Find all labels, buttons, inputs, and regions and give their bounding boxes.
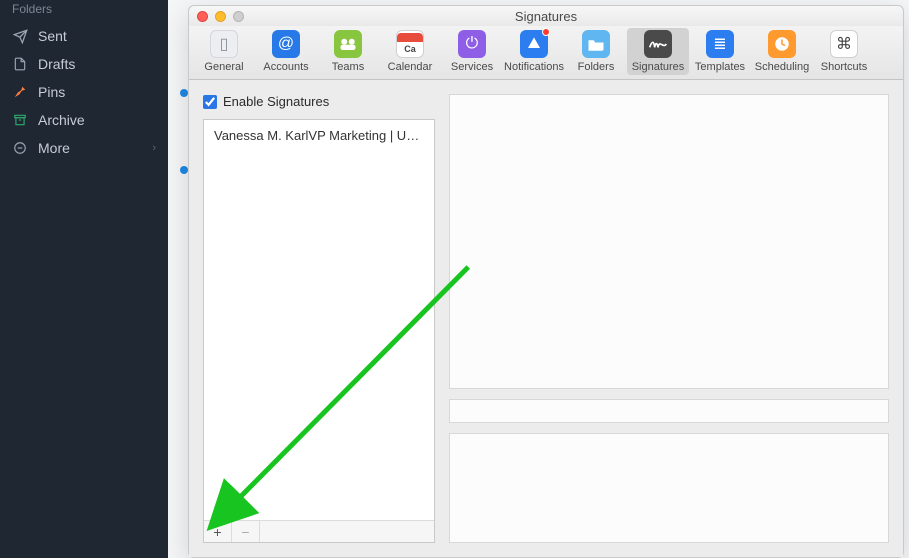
toolbar-label: Folders <box>578 61 615 73</box>
tab-services[interactable]: ⏻ Services <box>441 28 503 75</box>
toolbar-label: Templates <box>695 61 745 73</box>
templates-icon: ≣ <box>706 30 734 58</box>
unread-indicator <box>180 166 188 174</box>
minimize-window-button[interactable] <box>215 11 226 22</box>
toolbar-label: Scheduling <box>755 61 809 73</box>
tab-signatures[interactable]: Signatures <box>627 28 689 75</box>
toolbar-label: Calendar <box>388 61 433 73</box>
tab-shortcuts[interactable]: ⌘ Shortcuts <box>813 28 875 75</box>
signature-title-field[interactable] <box>449 399 889 423</box>
calendar-icon: Ca <box>396 30 424 58</box>
sidebar-item-label: More <box>38 140 70 156</box>
window-title: Signatures <box>189 9 903 24</box>
toolbar-label: Services <box>451 61 493 73</box>
toolbar-label: Shortcuts <box>821 61 867 73</box>
add-signature-button[interactable]: + <box>204 521 232 542</box>
sidebar-item-pins[interactable]: Pins <box>0 78 168 106</box>
signature-row[interactable]: Vanessa M. KarlVP Marketing | U… <box>204 120 434 151</box>
tab-teams[interactable]: Teams <box>317 28 379 75</box>
window-titlebar[interactable]: Signatures <box>189 6 903 26</box>
preferences-toolbar: ▯ General @ Accounts Teams Ca Calendar <box>189 26 903 80</box>
toolbar-label: Signatures <box>632 61 685 73</box>
main-area: Signatures ▯ General @ Accounts Teams Ca <box>168 0 909 558</box>
sidebar-item-sent[interactable]: Sent <box>0 22 168 50</box>
signature-editor[interactable] <box>449 94 889 389</box>
sidebar-item-label: Drafts <box>38 56 75 72</box>
folder-icon <box>582 30 610 58</box>
power-icon: ⏻ <box>458 30 486 58</box>
tab-accounts[interactable]: @ Accounts <box>255 28 317 75</box>
toolbar-label: Teams <box>332 61 364 73</box>
app-sidebar: Folders Sent Drafts Pins Archive More › <box>0 0 168 558</box>
chevron-right-icon: › <box>152 142 156 154</box>
tab-scheduling[interactable]: Scheduling <box>751 28 813 75</box>
unread-indicator <box>180 89 188 97</box>
signatures-list-scroll[interactable]: Vanessa M. KarlVP Marketing | U… <box>204 120 434 520</box>
signature-icon <box>644 30 672 58</box>
phone-icon: ▯ <box>210 30 238 58</box>
at-icon: @ <box>272 30 300 58</box>
enable-signatures-checkbox[interactable]: Enable Signatures <box>203 94 435 109</box>
more-icon <box>12 140 28 156</box>
tab-notifications[interactable]: Notifications <box>503 28 565 75</box>
signature-accounts-box[interactable] <box>449 433 889 543</box>
zoom-window-button[interactable] <box>233 11 244 22</box>
tab-folders[interactable]: Folders <box>565 28 627 75</box>
remove-signature-button[interactable]: − <box>232 521 260 542</box>
sidebar-item-label: Pins <box>38 84 65 100</box>
tab-templates[interactable]: ≣ Templates <box>689 28 751 75</box>
toolbar-label: General <box>204 61 243 73</box>
clock-icon <box>768 30 796 58</box>
preferences-window: Signatures ▯ General @ Accounts Teams Ca <box>188 5 904 558</box>
sidebar-item-label: Sent <box>38 28 67 44</box>
send-icon <box>12 28 28 44</box>
command-icon: ⌘ <box>830 30 858 58</box>
sidebar-section-header: Folders <box>0 0 168 22</box>
tab-calendar[interactable]: Ca Calendar <box>379 28 441 75</box>
preferences-body: Enable Signatures Vanessa M. KarlVP Mark… <box>189 80 903 557</box>
enable-signatures-label: Enable Signatures <box>223 94 329 109</box>
signatures-left-pane: Enable Signatures Vanessa M. KarlVP Mark… <box>203 94 435 543</box>
people-icon <box>334 30 362 58</box>
draft-icon <box>12 56 28 72</box>
signature-add-remove-bar: + − <box>204 520 434 542</box>
close-window-button[interactable] <box>197 11 208 22</box>
tab-general[interactable]: ▯ General <box>193 28 255 75</box>
signature-editor-pane <box>449 94 889 543</box>
archive-icon <box>12 112 28 128</box>
enable-signatures-input[interactable] <box>203 95 217 109</box>
toolbar-label: Accounts <box>263 61 308 73</box>
sidebar-item-label: Archive <box>38 112 85 128</box>
sidebar-item-more[interactable]: More › <box>0 134 168 162</box>
sidebar-item-drafts[interactable]: Drafts <box>0 50 168 78</box>
app-icon <box>520 30 548 58</box>
signatures-list: Vanessa M. KarlVP Marketing | U… + − <box>203 119 435 543</box>
sidebar-item-archive[interactable]: Archive <box>0 106 168 134</box>
pin-icon <box>12 84 28 100</box>
toolbar-label: Notifications <box>504 61 564 73</box>
notification-badge <box>542 28 550 36</box>
